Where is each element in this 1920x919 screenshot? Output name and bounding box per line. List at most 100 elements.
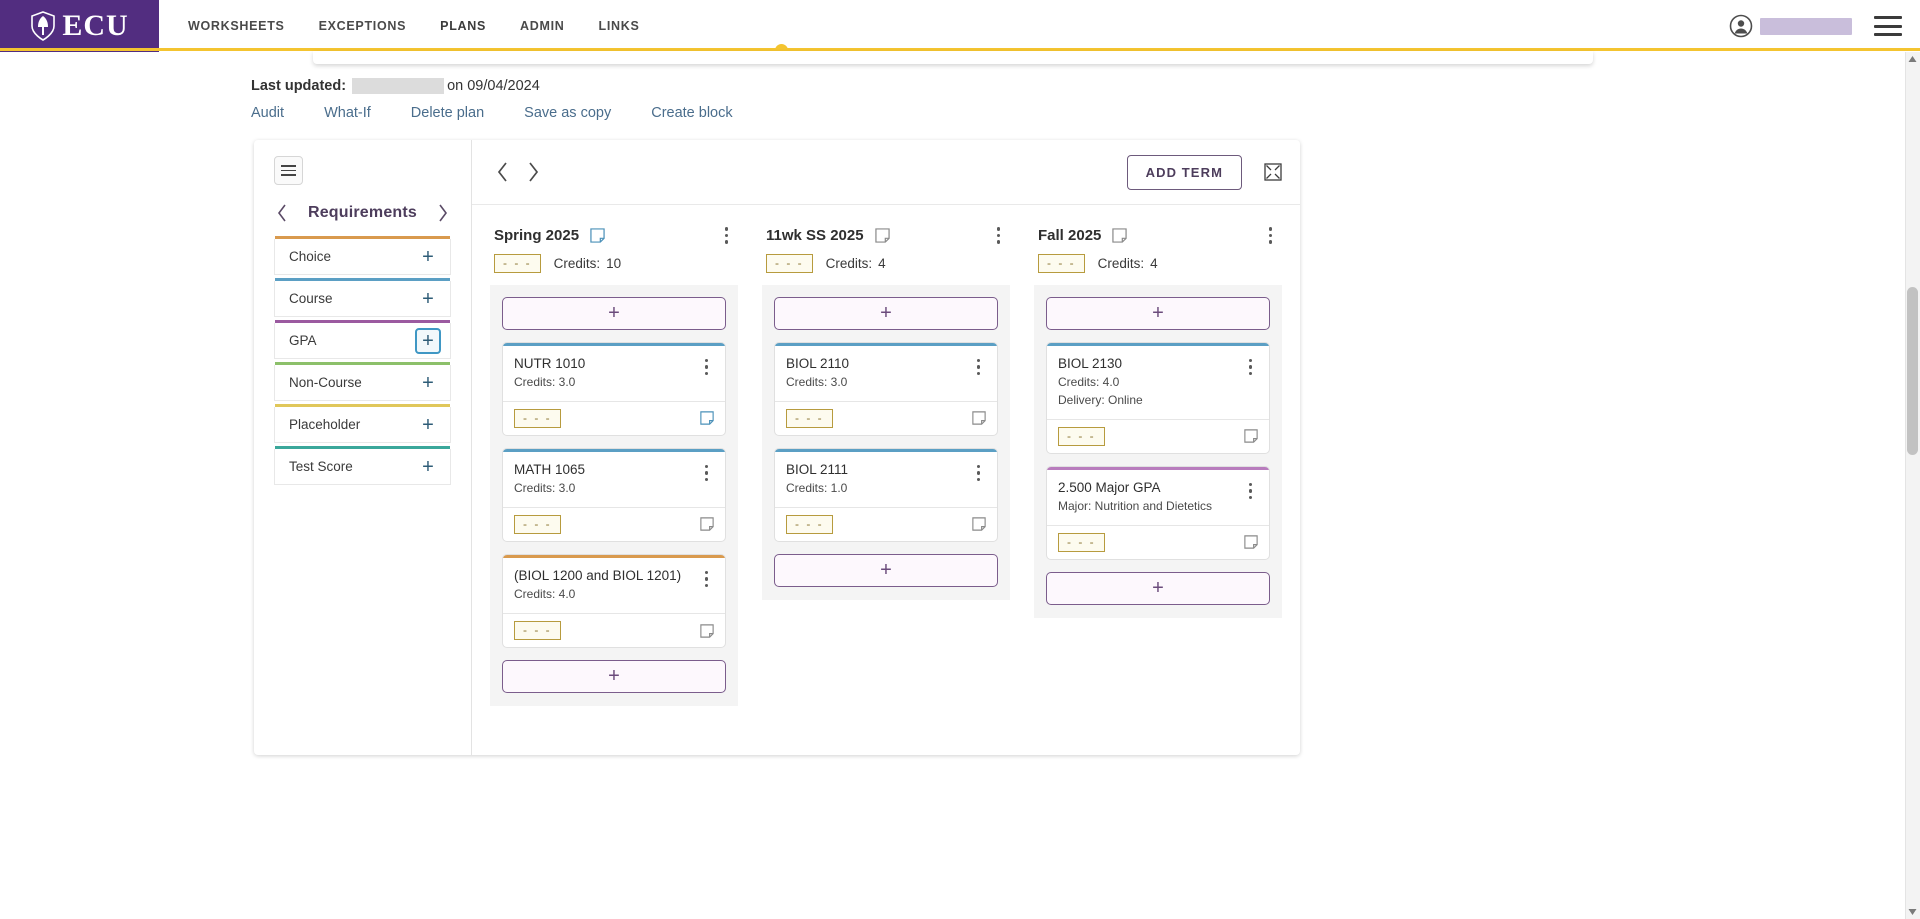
term-columns: Spring 2025 - - - Credits: 10 + NUTR 1010 Cred… xyxy=(472,205,1300,707)
add-requirement-button[interactable]: + xyxy=(415,454,441,480)
requirement-item-course[interactable]: Course + xyxy=(274,278,451,317)
card-more-options-icon[interactable] xyxy=(1243,355,1259,409)
card-grade-placeholder[interactable]: - - - xyxy=(786,408,833,428)
requirement-item-placeholder[interactable]: Placeholder + xyxy=(274,404,451,443)
card-more-options-icon[interactable] xyxy=(971,355,987,391)
card-note-icon[interactable] xyxy=(972,411,986,425)
card-note-icon[interactable] xyxy=(700,517,714,532)
user-avatar-icon xyxy=(1729,14,1753,38)
term-note-icon[interactable] xyxy=(874,228,890,243)
card-grade-placeholder[interactable]: - - - xyxy=(786,514,833,534)
save-as-copy-link[interactable]: Save as copy xyxy=(524,105,611,121)
page-scrollbar-track[interactable] xyxy=(1905,52,1920,919)
card-grade-placeholder[interactable]: - - - xyxy=(1058,532,1105,552)
top-navigation-bar: ECU WORKSHEETS EXCEPTIONS PLANS ADMIN LI… xyxy=(0,0,1920,52)
nav-item-exceptions[interactable]: EXCEPTIONS xyxy=(302,0,424,52)
scroll-up-arrow-icon[interactable] xyxy=(1907,54,1918,65)
term-gpa-placeholder[interactable]: - - - xyxy=(494,253,541,273)
what-if-link[interactable]: What-If xyxy=(324,105,371,121)
add-requirement-button[interactable]: + xyxy=(415,244,441,270)
last-updated-label: Last updated: xyxy=(251,78,347,94)
term-credits-value: 4 xyxy=(878,255,886,271)
add-requirement-button[interactable]: + xyxy=(415,412,441,438)
card-note-icon[interactable] xyxy=(972,517,986,532)
board-toolbar: ADD TERM xyxy=(472,140,1300,205)
nav-item-worksheets[interactable]: WORKSHEETS xyxy=(171,0,302,52)
nav-item-admin[interactable]: ADMIN xyxy=(503,0,581,52)
audit-link[interactable]: Audit xyxy=(251,105,284,121)
card-detail-line: Credits: 3.0 xyxy=(786,374,848,389)
card-more-options-icon[interactable] xyxy=(699,461,715,497)
card-more-options-icon[interactable] xyxy=(699,567,715,603)
requirements-prev-icon[interactable] xyxy=(275,203,288,223)
plan-card[interactable]: BIOL 2111 Credits: 1.0 - - - xyxy=(774,447,998,542)
nav-item-links[interactable]: LINKS xyxy=(582,0,657,52)
plan-card[interactable]: MATH 1065 Credits: 3.0 - - - xyxy=(502,447,726,542)
scroll-down-arrow-icon[interactable] xyxy=(1907,906,1918,917)
card-more-options-icon[interactable] xyxy=(971,461,987,497)
requirements-header: Requirements xyxy=(254,185,471,236)
plan-card[interactable]: (BIOL 1200 and BIOL 1201) Credits: 4.0 - -… xyxy=(502,553,726,649)
add-term-button[interactable]: ADD TERM xyxy=(1126,154,1242,190)
term-column: Spring 2025 - - - Credits: 10 + NUTR 1010 Cred… xyxy=(490,223,738,707)
card-title: MATH 1065 xyxy=(514,461,586,477)
plan-card[interactable]: BIOL 2110 Credits: 3.0 - - - xyxy=(774,341,998,436)
term-gpa-placeholder[interactable]: - - - xyxy=(766,253,813,273)
requirement-item-non-course[interactable]: Non-Course + xyxy=(274,362,451,401)
term-more-options-icon[interactable] xyxy=(991,223,1007,248)
card-more-options-icon[interactable] xyxy=(699,355,715,391)
user-account[interactable] xyxy=(1729,14,1852,38)
card-more-options-icon[interactable] xyxy=(1243,479,1259,515)
card-grade-placeholder[interactable]: - - - xyxy=(514,408,561,428)
add-card-button-bottom[interactable]: + xyxy=(774,553,998,587)
expand-fullscreen-icon[interactable] xyxy=(1264,163,1282,181)
term-more-options-icon[interactable] xyxy=(719,223,735,248)
add-card-button-bottom[interactable]: + xyxy=(502,660,726,694)
add-card-button-bottom[interactable]: + xyxy=(1046,571,1270,605)
board-prev-term-button[interactable] xyxy=(488,157,518,187)
board-next-term-button[interactable] xyxy=(518,157,548,187)
card-title: NUTR 1010 xyxy=(514,355,586,371)
plan-card[interactable]: NUTR 1010 Credits: 3.0 - - - xyxy=(502,341,726,436)
add-requirement-button[interactable]: + xyxy=(415,327,441,354)
term-note-icon[interactable] xyxy=(1112,228,1128,243)
term-more-options-icon[interactable] xyxy=(1263,223,1279,248)
card-grade-placeholder[interactable]: - - - xyxy=(514,514,561,534)
add-requirement-button[interactable]: + xyxy=(415,370,441,396)
plan-card[interactable]: BIOL 2130 Credits: 4.0 Delivery: Online - -… xyxy=(1046,341,1270,454)
term-credits: Credits: 4 xyxy=(1098,256,1158,271)
requirements-next-icon[interactable] xyxy=(437,203,450,223)
requirement-item-gpa[interactable]: GPA + xyxy=(274,320,451,359)
sidebar-menu-toggle-button[interactable] xyxy=(274,156,303,185)
term-gpa-placeholder[interactable]: - - - xyxy=(1038,253,1085,273)
card-note-icon[interactable] xyxy=(700,623,714,638)
hamburger-menu-icon[interactable] xyxy=(1874,16,1902,36)
requirements-sidebar: Requirements Choice + Course + GPA + Non-Cours… xyxy=(254,140,472,755)
card-note-icon[interactable] xyxy=(700,411,714,425)
delete-plan-link[interactable]: Delete plan xyxy=(411,105,484,121)
requirement-item-label: GPA xyxy=(289,333,317,348)
card-detail-line: Major: Nutrition and Dietetics xyxy=(1058,498,1213,513)
add-card-button-top[interactable]: + xyxy=(1046,296,1270,330)
ecu-brand-logo[interactable]: ECU xyxy=(0,0,159,52)
main-nav: WORKSHEETS EXCEPTIONS PLANS ADMIN LINKS xyxy=(159,0,657,52)
term-header: Fall 2025 - - - Credits: 4 xyxy=(1034,223,1282,273)
card-note-icon[interactable] xyxy=(1244,429,1258,443)
plan-card[interactable]: 2.500 Major GPA Major: Nutrition and Diet… xyxy=(1046,465,1270,560)
term-note-icon[interactable] xyxy=(590,228,605,243)
card-grade-placeholder[interactable]: - - - xyxy=(514,621,561,641)
card-grade-placeholder[interactable]: - - - xyxy=(1058,426,1105,446)
add-card-button-top[interactable]: + xyxy=(774,296,998,330)
requirement-item-test-score[interactable]: Test Score + xyxy=(274,446,451,485)
page-scrollbar-thumb[interactable] xyxy=(1907,287,1918,455)
requirements-title: Requirements xyxy=(307,204,418,221)
ecu-shield-icon xyxy=(31,11,56,41)
add-card-button-top[interactable]: + xyxy=(502,296,726,330)
hamburger-menu-icon xyxy=(281,165,296,176)
term-credits-value: 4 xyxy=(1150,255,1158,271)
add-requirement-button[interactable]: + xyxy=(415,286,441,312)
nav-item-plans[interactable]: PLANS xyxy=(423,0,503,52)
requirement-item-choice[interactable]: Choice + xyxy=(274,236,451,275)
create-block-link[interactable]: Create block xyxy=(651,105,732,121)
card-note-icon[interactable] xyxy=(1244,535,1258,550)
